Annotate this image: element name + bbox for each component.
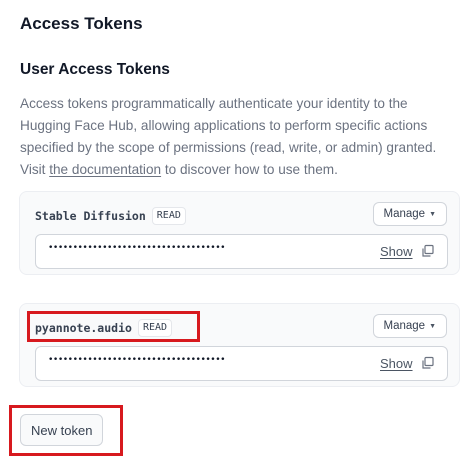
show-token-link[interactable]: Show [380,244,413,259]
highlight-box-token-name [27,311,200,342]
description-text-end: to discover how to use them. [161,162,338,177]
section-title: User Access Tokens [20,61,170,78]
token-role-badge: READ [151,207,186,225]
token-name: Stable Diffusion [35,209,146,223]
token-value-input[interactable] [48,355,348,365]
token-field: Show [35,234,448,269]
show-token-link[interactable]: Show [380,356,413,371]
manage-button-label: Manage [383,208,426,220]
token-value-input[interactable] [48,243,348,253]
token-header: Stable Diffusion READ [35,207,186,225]
page-title: Access Tokens [20,14,143,33]
token-field: Show [35,346,448,381]
documentation-link[interactable]: the documentation [49,162,161,177]
manage-button[interactable]: Manage ▼ [372,202,447,226]
copy-icon[interactable] [421,244,435,258]
highlight-box-new-token [9,405,123,456]
caret-down-icon: ▼ [429,322,436,330]
section-description: Access tokens programmatically authentic… [20,93,460,181]
token-card-stable-diffusion: Stable Diffusion READ Manage ▼ Show [19,191,460,275]
copy-icon[interactable] [421,356,435,370]
manage-button-label: Manage [383,320,426,332]
manage-button[interactable]: Manage ▼ [372,314,447,338]
caret-down-icon: ▼ [429,210,436,218]
